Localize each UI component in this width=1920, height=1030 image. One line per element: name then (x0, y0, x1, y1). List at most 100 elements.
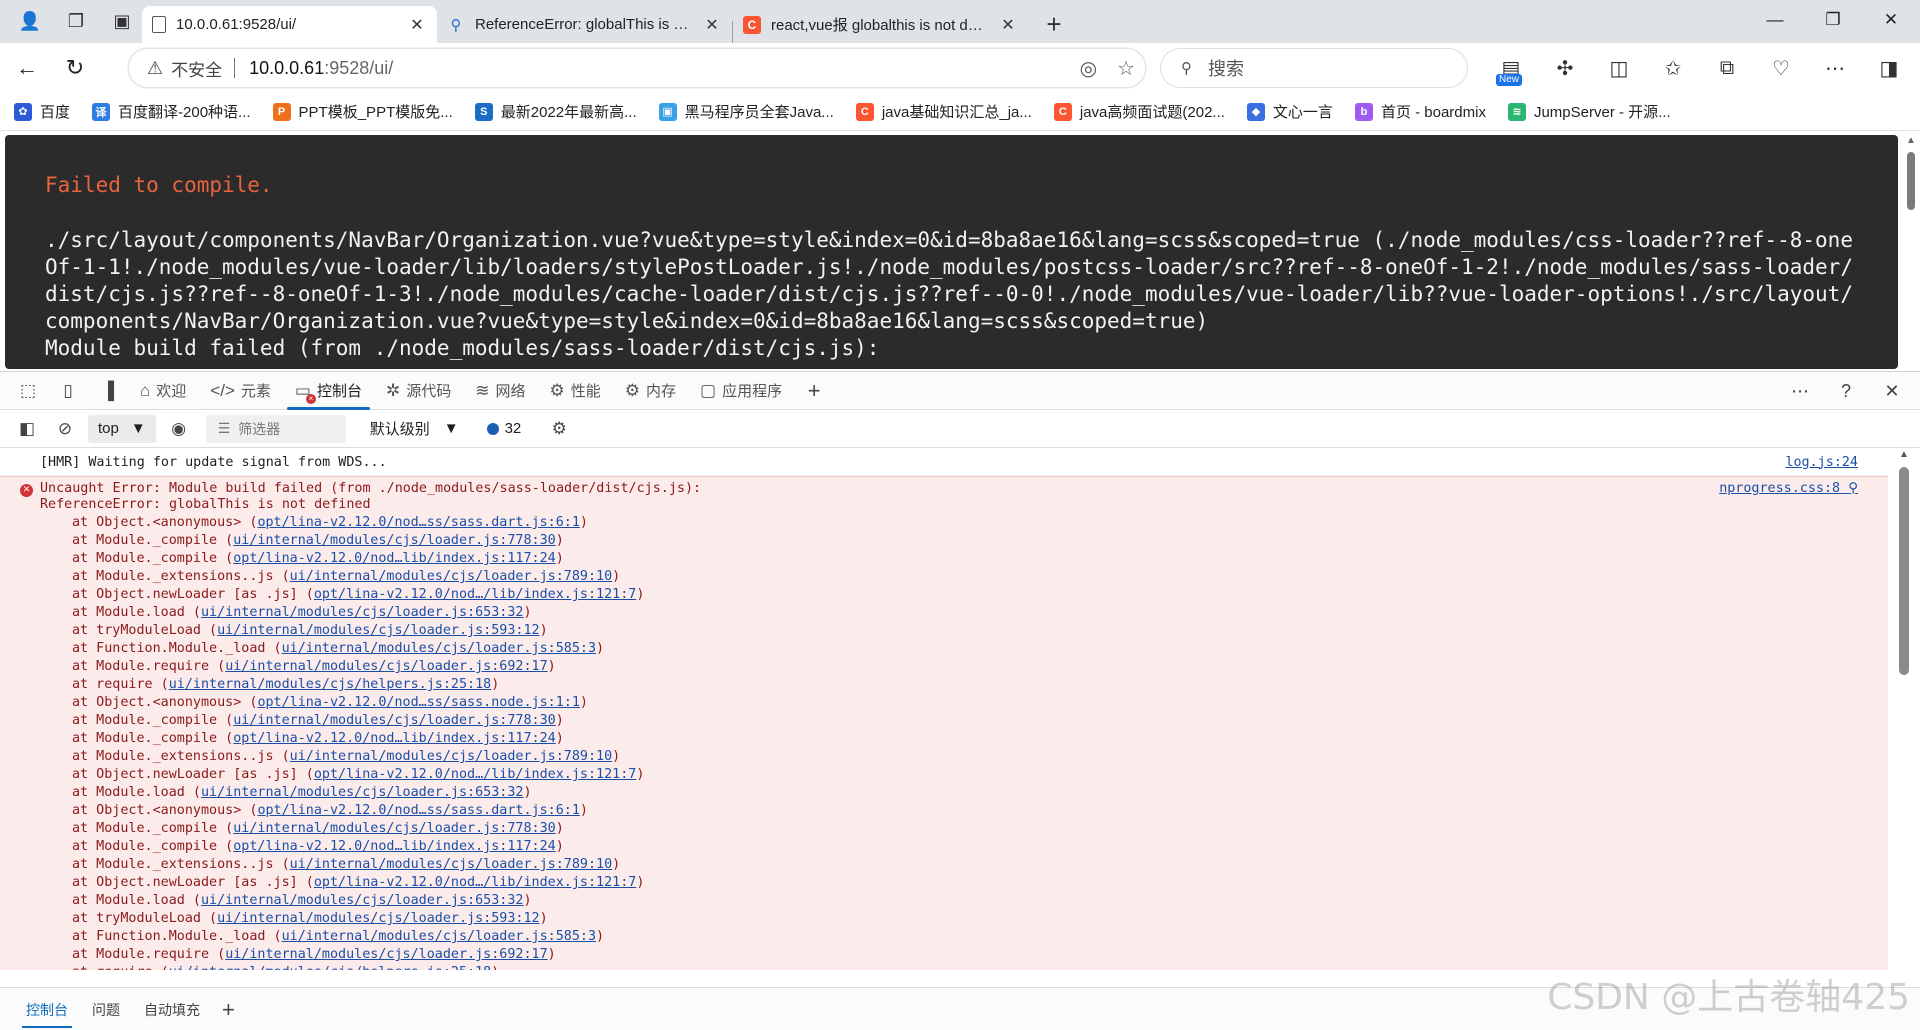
source-link[interactable]: nprogress.css:8 ⚲ (1719, 481, 1858, 496)
stack-frame-link[interactable]: ui/internal/modules/cjs/loader.js:789:10 (290, 569, 612, 584)
context-select[interactable]: top ▼ (88, 414, 156, 443)
close-tab-icon[interactable]: ✕ (702, 15, 722, 35)
close-tab-icon[interactable]: ✕ (998, 15, 1018, 35)
browser-tab[interactable]: ⚲ ReferenceError: globalThis is not d ✕ (437, 6, 732, 43)
log-level-select[interactable]: 默认级别 ▼ (370, 418, 459, 439)
split-screen-icon[interactable]: ◫ (1592, 48, 1646, 88)
health-icon[interactable]: ♡ (1754, 48, 1808, 88)
stack-frame-link[interactable]: ui/internal/modules/cjs/loader.js:593:12 (217, 623, 539, 638)
sidebar-icon[interactable]: ◨ (1862, 48, 1916, 88)
stack-frame-link[interactable]: ui/internal/modules/cjs/loader.js:789:10 (290, 857, 612, 872)
workspaces-icon[interactable]: ❐ (56, 4, 96, 40)
inspect-element-icon[interactable]: ⬚ (8, 373, 48, 409)
add-drawer-tab-icon[interactable]: + (212, 997, 245, 1023)
minimize-button[interactable]: — (1746, 0, 1804, 40)
stack-frame-link[interactable]: ui/internal/modules/cjs/loader.js:778:30 (233, 533, 555, 548)
stack-frame-link[interactable]: ui/internal/modules/cjs/loader.js:653:32 (201, 893, 523, 908)
vertical-tabs-icon[interactable]: ▣ (102, 4, 142, 40)
more-menu-icon[interactable]: ⋯ (1808, 48, 1862, 88)
drawer-tab[interactable]: 控制台 (14, 988, 80, 1030)
stack-frame-link[interactable]: ui/internal/modules/cjs/loader.js:653:32 (201, 605, 523, 620)
stack-frame-link[interactable]: ui/internal/modules/cjs/loader.js:692:17 (225, 659, 547, 674)
scroll-thumb[interactable] (1899, 467, 1909, 675)
bookmark-item[interactable]: ✿ 百度 (14, 101, 70, 122)
browser-tab[interactable]: Creact,vue报 globalthis is not defin ✕ (733, 6, 1028, 43)
page-scrollbar[interactable]: ▲ (1904, 135, 1918, 367)
bookmark-item[interactable]: Cjava高频面试题(202... (1053, 101, 1225, 122)
stack-frame-link[interactable]: opt/lina-v2.12.0/nod…/lib/index.js:121:7 (314, 587, 636, 602)
bookmark-item[interactable]: b 首页 - boardmix (1354, 101, 1486, 122)
favorites-icon[interactable]: ✩ (1646, 48, 1700, 88)
device-emulation-icon[interactable]: ▯ (48, 373, 88, 409)
stack-frame-link[interactable]: ui/internal/modules/cjs/loader.js:593:12 (217, 911, 539, 926)
search-icon[interactable]: ⚲ (1848, 481, 1858, 496)
devtools-tab[interactable]: ⚙ 内存 (613, 372, 688, 410)
new-tab-button[interactable]: + (1034, 6, 1074, 43)
dock-side-icon[interactable]: ▐ (88, 373, 128, 409)
console-scrollbar[interactable]: ▲ (1888, 449, 1920, 970)
message-count-badge[interactable]: 32 (486, 420, 521, 437)
reader-mode-icon[interactable]: ◎ (1080, 56, 1097, 81)
sidebar-toggle-icon[interactable]: ◧ (12, 411, 42, 447)
stack-frame-link[interactable]: opt/lina-v2.12.0/nod…lib/index.js:117:24 (233, 839, 555, 854)
stack-frame-link[interactable]: opt/lina-v2.12.0/nod…ss/sass.dart.js:6:1 (257, 803, 579, 818)
bookmark-item[interactable]: ▣ 黑马程序员全套Java... (658, 101, 834, 122)
stack-frame-link[interactable]: ui/internal/modules/cjs/helpers.js:25:18 (169, 677, 491, 692)
clear-console-icon[interactable]: ⊘ (50, 411, 80, 447)
devtools-tab[interactable]: ▭ × 控制台 (283, 372, 374, 410)
bookmark-item[interactable]: S 最新2022年最新高... (474, 101, 637, 122)
devtools-more-icon[interactable]: ⋯ (1782, 381, 1818, 402)
collections-icon[interactable]: ⧉ (1700, 48, 1754, 88)
security-status[interactable]: 不安全 (171, 56, 222, 81)
browser-tab[interactable]: 10.0.0.61:9528/ui/ ✕ (142, 6, 437, 43)
back-button[interactable]: ← (6, 48, 48, 88)
drawer-tab[interactable]: 问题 (80, 988, 132, 1030)
scroll-thumb[interactable] (1907, 152, 1915, 210)
close-tab-icon[interactable]: ✕ (407, 15, 427, 35)
bookmark-item[interactable]: Cjava基础知识汇总_ja... (855, 101, 1032, 122)
profile-icon[interactable]: 👤 (10, 4, 50, 40)
refresh-button[interactable]: ↻ (54, 48, 96, 88)
stack-frame-link[interactable]: ui/internal/modules/cjs/loader.js:585:3 (282, 929, 596, 944)
search-box[interactable]: ⚲ 搜索 (1160, 48, 1468, 88)
stack-frame-link[interactable]: ui/internal/modules/cjs/loader.js:653:32 (201, 785, 523, 800)
bookmark-item[interactable]: 译百度翻译-200种语... (92, 101, 251, 122)
scroll-up-icon[interactable]: ▲ (1888, 449, 1920, 465)
stack-frame-link[interactable]: ui/internal/modules/cjs/loader.js:789:10 (290, 749, 612, 764)
stack-frame-link[interactable]: ui/internal/modules/cjs/loader.js:778:30 (233, 821, 555, 836)
close-devtools-icon[interactable]: ✕ (1874, 381, 1910, 402)
stack-frame-link[interactable]: ui/internal/modules/cjs/loader.js:778:30 (233, 713, 555, 728)
address-bar[interactable]: ⚠ 不安全 10.0.0.61:9528/ui/ ◎ ☆ (128, 48, 1146, 88)
bookmark-item[interactable]: ≋ JumpServer - 开源... (1507, 101, 1671, 122)
stack-frame-link[interactable]: opt/lina-v2.12.0/nod…ss/sass.node.js:1:1 (257, 695, 579, 710)
close-window-button[interactable]: ✕ (1862, 0, 1920, 40)
add-panel-icon[interactable]: + (794, 373, 834, 409)
stack-frame-link[interactable]: opt/lina-v2.12.0/nod…lib/index.js:117:24 (233, 731, 555, 746)
devtools-tab[interactable]: ▢ 应用程序 (688, 372, 794, 410)
scroll-up-icon[interactable]: ▲ (1904, 135, 1918, 146)
drawer-tab[interactable]: 自动填充 (132, 988, 212, 1030)
stack-frame-link[interactable]: opt/lina-v2.12.0/nod…/lib/index.js:121:7 (314, 767, 636, 782)
extensions-icon[interactable]: ✣ (1538, 48, 1592, 88)
restore-button[interactable]: ❐ (1804, 0, 1862, 40)
stack-frame-link[interactable]: ui/internal/modules/cjs/loader.js:585:3 (282, 641, 596, 656)
stack-frame-link[interactable]: ui/internal/modules/cjs/helpers.js:25:18 (169, 965, 491, 970)
stack-frame-link[interactable]: opt/lina-v2.12.0/nod…ss/sass.dart.js:6:1 (257, 515, 579, 530)
help-icon[interactable]: ? (1828, 381, 1864, 402)
bookmark-item[interactable]: P PPT模板_PPT模版免... (272, 101, 453, 122)
bookmark-item[interactable]: ◆ 文心一言 (1246, 101, 1333, 122)
source-link[interactable]: log.js:24 (1785, 455, 1858, 470)
console-settings-gear-icon[interactable]: ⚙ (539, 411, 579, 447)
devtools-tab[interactable]: ≋ 网络 (463, 372, 537, 410)
news-icon[interactable]: ▤ New (1484, 48, 1538, 88)
stack-frame-link[interactable]: ui/internal/modules/cjs/loader.js:692:17 (225, 947, 547, 962)
stack-frame-link[interactable]: opt/lina-v2.12.0/nod…/lib/index.js:121:7 (314, 875, 636, 890)
favorite-star-icon[interactable]: ☆ (1117, 56, 1135, 81)
console-filter-input[interactable]: ☰ 筛选器 (205, 414, 346, 443)
devtools-tab[interactable]: ⚙ 性能 (538, 372, 613, 410)
devtools-tab[interactable]: ⌂ 欢迎 (128, 372, 198, 410)
stack-frame-link[interactable]: opt/lina-v2.12.0/nod…lib/index.js:117:24 (233, 551, 555, 566)
live-expression-eye-icon[interactable]: ◉ (164, 411, 194, 447)
devtools-tab[interactable]: </> 元素 (198, 372, 283, 410)
devtools-tab[interactable]: ✲ 源代码 (374, 372, 463, 410)
